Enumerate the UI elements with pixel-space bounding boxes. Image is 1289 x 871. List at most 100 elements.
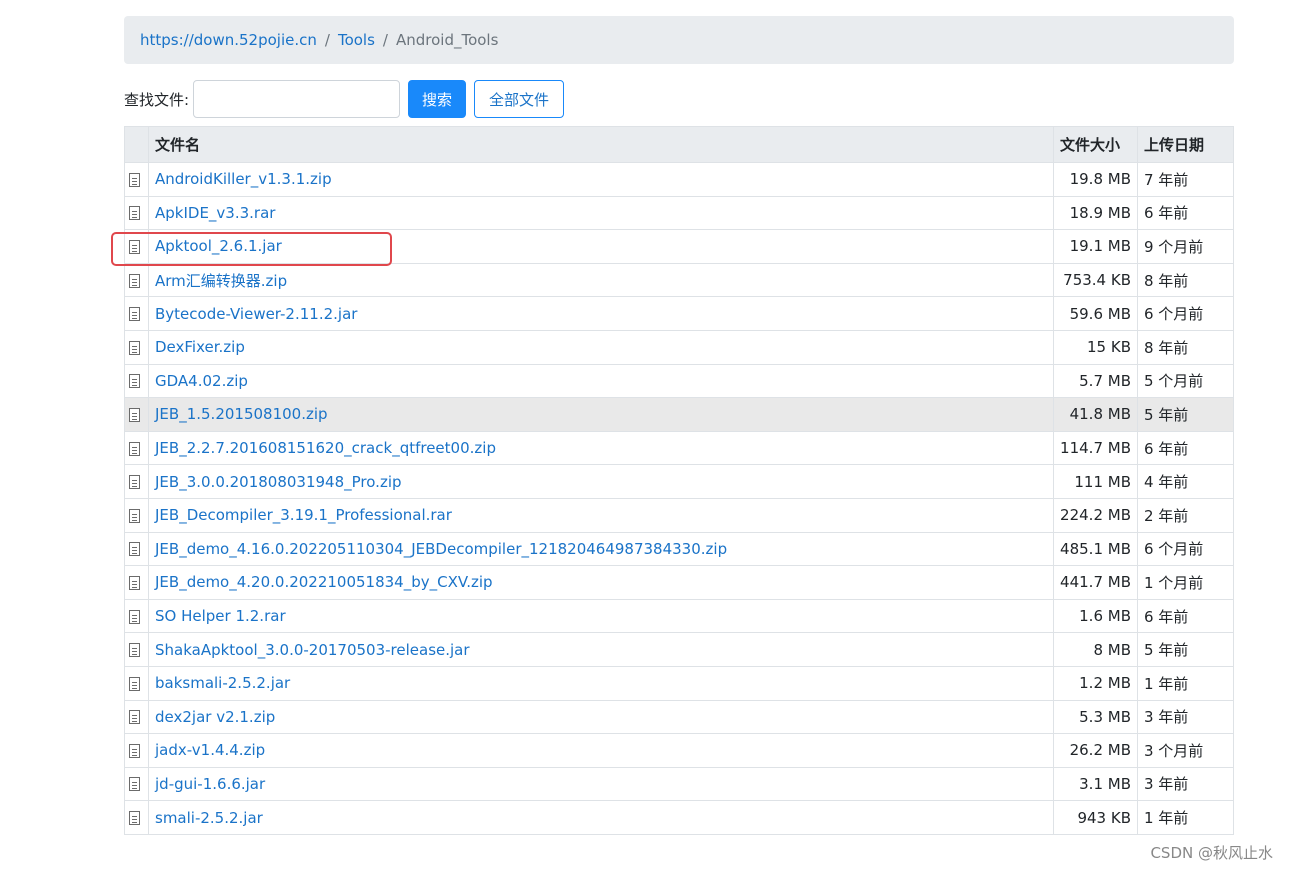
file-link[interactable]: smali-2.5.2.jar	[155, 809, 263, 827]
file-icon	[129, 273, 140, 288]
table-row: Bytecode-Viewer-2.11.2.jar 59.6 MB 6 个月前	[124, 296, 1234, 331]
breadcrumb-separator: /	[382, 31, 388, 49]
file-date: 6 年前	[1137, 430, 1234, 466]
file-link[interactable]: JEB_demo_4.16.0.202205110304_JEBDecompil…	[155, 540, 727, 558]
file-date: 3 年前	[1137, 699, 1234, 735]
file-link[interactable]: DexFixer.zip	[155, 338, 245, 356]
file-link[interactable]: dex2jar v2.1.zip	[155, 708, 275, 726]
file-link[interactable]: ApkIDE_v3.3.rar	[155, 204, 275, 222]
file-icon	[129, 206, 140, 221]
file-date: 8 年前	[1137, 262, 1234, 298]
file-link[interactable]: JEB_1.5.201508100.zip	[155, 405, 328, 423]
file-date: 3 个月前	[1137, 733, 1234, 768]
file-icon-cell	[124, 162, 149, 197]
file-icon	[129, 239, 140, 254]
file-link[interactable]: baksmali-2.5.2.jar	[155, 674, 290, 692]
file-date: 1 个月前	[1137, 565, 1234, 600]
file-name-cell: JEB_2.2.7.201608151620_crack_qtfreet00.z…	[147, 430, 1055, 466]
file-date: 8 年前	[1137, 329, 1234, 365]
file-link[interactable]: JEB_Decompiler_3.19.1_Professional.rar	[155, 506, 452, 524]
file-size: 224.2 MB	[1053, 497, 1138, 533]
file-icon	[129, 710, 140, 725]
file-icon-cell	[124, 665, 149, 701]
table-row: ApkIDE_v3.3.rar 18.9 MB 6 年前	[124, 195, 1234, 231]
file-link[interactable]: JEB_3.0.0.201808031948_Pro.zip	[155, 473, 402, 491]
table-row: jadx-v1.4.4.zip 26.2 MB 3 个月前	[124, 733, 1234, 768]
file-icon	[129, 643, 140, 658]
file-icon-cell	[124, 733, 149, 768]
search-bar: 查找文件: 搜索 全部文件	[124, 80, 572, 118]
table-header-row: 文件名 文件大小 上传日期	[124, 126, 1234, 163]
file-icon	[129, 575, 140, 590]
all-files-button[interactable]: 全部文件	[474, 80, 565, 118]
file-icon	[129, 777, 140, 792]
breadcrumb-current: Android_Tools	[395, 31, 499, 49]
header-upload-date[interactable]: 上传日期	[1137, 126, 1234, 163]
file-icon	[129, 542, 140, 557]
file-date: 7 年前	[1137, 162, 1234, 197]
file-link[interactable]: Apktool_2.6.1.jar	[155, 237, 282, 255]
header-file-size[interactable]: 文件大小	[1053, 126, 1138, 163]
breadcrumb: https://down.52pojie.cn / Tools / Androi…	[124, 16, 1234, 64]
file-link[interactable]: Bytecode-Viewer-2.11.2.jar	[155, 305, 357, 323]
file-name-cell: JEB_1.5.201508100.zip	[147, 397, 1055, 432]
file-icon	[129, 374, 140, 389]
header-icon-column	[124, 126, 149, 163]
file-link[interactable]: jd-gui-1.6.6.jar	[155, 775, 265, 793]
file-name-cell: dex2jar v2.1.zip	[147, 699, 1055, 735]
file-name-cell: ShakaApktool_3.0.0-20170503-release.jar	[147, 632, 1055, 667]
table-row: Apktool_2.6.1.jar 19.1 MB 9 个月前	[124, 229, 1234, 264]
file-table: 文件名 文件大小 上传日期 AndroidKiller_v1.3.1.zip 1…	[124, 126, 1234, 835]
file-icon-cell	[124, 229, 149, 264]
file-link[interactable]: JEB_2.2.7.201608151620_crack_qtfreet00.z…	[155, 439, 496, 457]
table-row: JEB_1.5.201508100.zip 41.8 MB 5 年前	[124, 397, 1234, 432]
file-size: 5.7 MB	[1053, 363, 1138, 399]
file-size: 441.7 MB	[1053, 565, 1138, 600]
file-size: 5.3 MB	[1053, 699, 1138, 735]
table-row: smali-2.5.2.jar 943 KB 1 年前	[124, 800, 1234, 835]
file-size: 26.2 MB	[1053, 733, 1138, 768]
search-button[interactable]: 搜索	[408, 80, 467, 118]
file-link[interactable]: jadx-v1.4.4.zip	[155, 741, 265, 759]
file-icon-cell	[124, 598, 149, 634]
file-date: 9 个月前	[1137, 229, 1234, 264]
file-link[interactable]: JEB_demo_4.20.0.202210051834_by_CXV.zip	[155, 573, 493, 591]
file-icon-cell	[124, 262, 149, 298]
file-size: 18.9 MB	[1053, 195, 1138, 231]
file-size: 8 MB	[1053, 632, 1138, 667]
table-row: JEB_demo_4.20.0.202210051834_by_CXV.zip …	[124, 565, 1234, 600]
file-link[interactable]: Arm汇编转换器.zip	[155, 272, 287, 290]
breadcrumb-separator: /	[324, 31, 330, 49]
file-name-cell: jd-gui-1.6.6.jar	[147, 766, 1055, 802]
file-icon	[129, 508, 140, 523]
breadcrumb-item-tools[interactable]: Tools	[338, 31, 375, 49]
file-date: 5 年前	[1137, 632, 1234, 667]
file-icon	[129, 609, 140, 624]
file-link[interactable]: ShakaApktool_3.0.0-20170503-release.jar	[155, 641, 470, 659]
search-label: 查找文件:	[124, 90, 190, 109]
breadcrumb-item-site[interactable]: https://down.52pojie.cn	[140, 31, 317, 49]
header-file-name[interactable]: 文件名	[147, 126, 1055, 163]
file-icon	[129, 407, 140, 422]
file-size: 59.6 MB	[1053, 296, 1138, 331]
file-size: 19.8 MB	[1053, 162, 1138, 197]
table-row: ShakaApktool_3.0.0-20170503-release.jar …	[124, 632, 1234, 667]
file-link[interactable]: SO Helper 1.2.rar	[155, 607, 286, 625]
file-icon-cell	[124, 800, 149, 835]
csdn-watermark: CSDN @秋风止水	[1150, 844, 1273, 862]
file-table-body: AndroidKiller_v1.3.1.zip 19.8 MB 7 年前 Ap…	[124, 162, 1234, 835]
search-input[interactable]	[193, 80, 401, 118]
file-icon-cell	[124, 699, 149, 735]
file-icon-cell	[124, 497, 149, 533]
file-icon-cell	[124, 531, 149, 567]
file-size: 114.7 MB	[1053, 430, 1138, 466]
file-name-cell: Apktool_2.6.1.jar	[147, 229, 1055, 264]
table-row: jd-gui-1.6.6.jar 3.1 MB 3 年前	[124, 766, 1234, 802]
file-icon-cell	[124, 296, 149, 331]
file-size: 15 KB	[1053, 329, 1138, 365]
file-name-cell: JEB_demo_4.16.0.202205110304_JEBDecompil…	[147, 531, 1055, 567]
file-name-cell: jadx-v1.4.4.zip	[147, 733, 1055, 768]
file-link[interactable]: GDA4.02.zip	[155, 372, 248, 390]
file-link[interactable]: AndroidKiller_v1.3.1.zip	[155, 170, 332, 188]
file-name-cell: ApkIDE_v3.3.rar	[147, 195, 1055, 231]
